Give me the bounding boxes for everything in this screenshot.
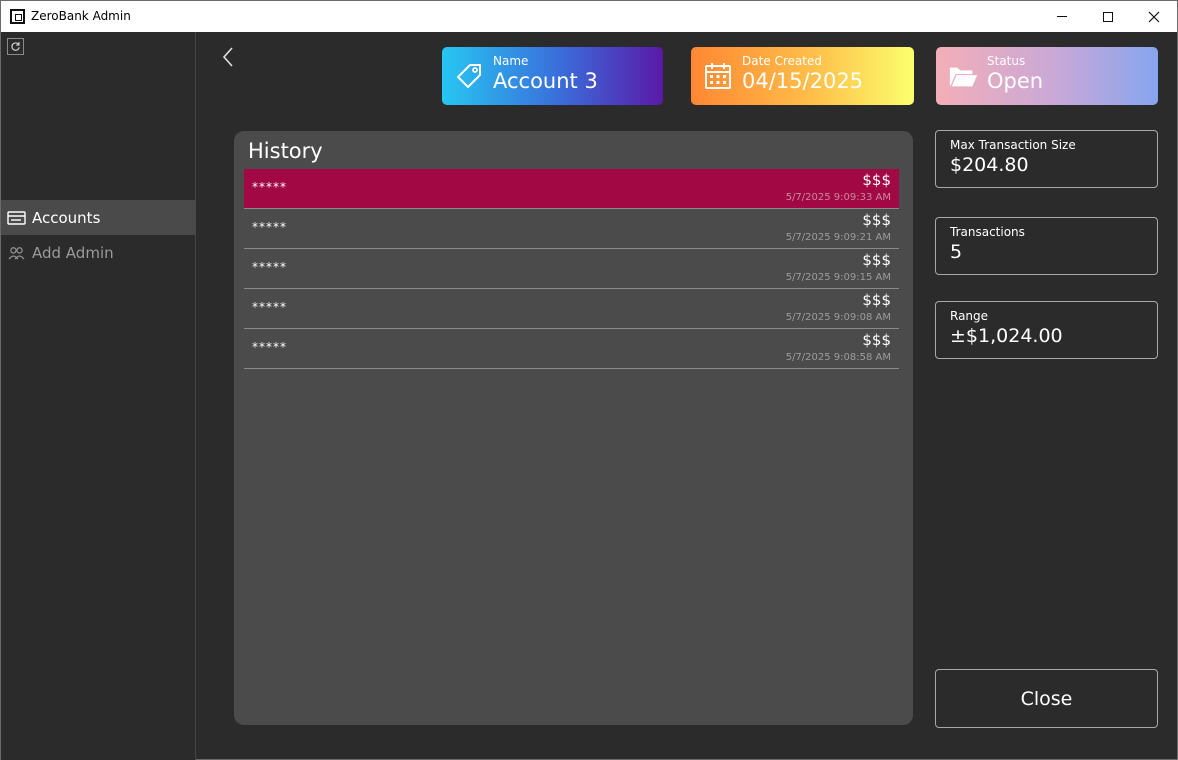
range-value: ±$1,024.00 xyxy=(950,325,1063,347)
transaction-timestamp: 5/7/2025 9:08:58 AM xyxy=(785,352,891,363)
max-transaction-value: $204.80 xyxy=(950,154,1029,176)
sidebar-item-label: Add Admin xyxy=(32,243,114,262)
transaction-timestamp: 5/7/2025 9:09:15 AM xyxy=(785,272,891,283)
window-title: ZeroBank Admin xyxy=(31,9,131,23)
refresh-icon xyxy=(11,42,20,51)
status-value: Open xyxy=(987,69,1044,93)
transaction-amount: $$$ xyxy=(862,211,891,229)
transaction-description: ***** xyxy=(252,340,287,354)
status-label: Status xyxy=(987,54,1026,68)
transactions-label: Transactions xyxy=(950,225,1025,239)
transaction-description: ***** xyxy=(252,260,287,274)
date-created-label: Date Created xyxy=(742,54,822,68)
table-row[interactable]: ***** $$$ 5/7/2025 9:09:21 AM xyxy=(244,209,899,249)
status-card: Status Open xyxy=(936,47,1158,105)
range-label: Range xyxy=(950,309,989,323)
sidebar-item-add-admin[interactable]: Add Admin xyxy=(1,235,196,270)
transaction-timestamp: 5/7/2025 9:09:33 AM xyxy=(785,192,891,203)
card-icon xyxy=(7,210,26,225)
table-row[interactable]: ***** $$$ 5/7/2025 9:08:58 AM xyxy=(244,329,899,369)
users-icon xyxy=(8,246,25,259)
sidebar-item-accounts[interactable]: Accounts xyxy=(1,200,196,235)
table-row[interactable]: ***** $$$ 5/7/2025 9:09:15 AM xyxy=(244,249,899,289)
minimize-button[interactable] xyxy=(1039,1,1085,32)
transaction-amount: $$$ xyxy=(862,331,891,349)
app-window: ZeroBank Admin Accounts Add Admin Name A… xyxy=(0,0,1178,760)
range-stat: Range ±$1,024.00 xyxy=(935,301,1158,359)
transaction-amount: $$$ xyxy=(862,171,891,189)
transaction-description: ***** xyxy=(252,180,287,194)
close-button[interactable]: Close xyxy=(935,669,1158,728)
date-created-value: 04/15/2025 xyxy=(742,69,864,93)
transaction-description: ***** xyxy=(252,300,287,314)
tag-icon xyxy=(457,64,481,88)
close-window-button[interactable] xyxy=(1131,1,1177,32)
date-created-card: Date Created 04/15/2025 xyxy=(691,47,914,105)
transaction-amount: $$$ xyxy=(862,291,891,309)
history-title: History xyxy=(248,139,323,163)
refresh-button[interactable] xyxy=(7,38,24,55)
folder-open-icon xyxy=(949,67,978,87)
maximize-icon xyxy=(1103,11,1113,22)
name-card: Name Account 3 xyxy=(442,47,663,105)
name-label: Name xyxy=(493,54,529,68)
calendar-icon xyxy=(705,63,731,89)
chevron-left-icon xyxy=(222,47,233,67)
name-value: Account 3 xyxy=(493,69,598,93)
back-button[interactable] xyxy=(217,45,239,69)
max-transaction-label: Max Transaction Size xyxy=(950,138,1076,152)
max-transaction-stat: Max Transaction Size $204.80 xyxy=(935,130,1158,188)
transaction-description: ***** xyxy=(252,220,287,234)
title-bar[interactable]: ZeroBank Admin xyxy=(1,1,1177,32)
transaction-list: ***** $$$ 5/7/2025 9:09:33 AM ***** $$$ … xyxy=(244,169,899,369)
sidebar-item-label: Accounts xyxy=(32,208,101,227)
maximize-button[interactable] xyxy=(1085,1,1131,32)
table-row[interactable]: ***** $$$ 5/7/2025 9:09:08 AM xyxy=(244,289,899,329)
close-icon xyxy=(1148,11,1160,22)
table-row[interactable]: ***** $$$ 5/7/2025 9:09:33 AM xyxy=(244,169,899,209)
app-logo-icon xyxy=(10,9,25,24)
transaction-timestamp: 5/7/2025 9:09:21 AM xyxy=(785,232,891,243)
sidebar: Accounts Add Admin xyxy=(1,32,196,760)
transactions-stat: Transactions 5 xyxy=(935,217,1158,275)
transaction-timestamp: 5/7/2025 9:09:08 AM xyxy=(785,312,891,323)
minimize-icon xyxy=(1057,16,1067,17)
transaction-amount: $$$ xyxy=(862,251,891,269)
transactions-value: 5 xyxy=(950,241,963,263)
history-panel: History ***** $$$ 5/7/2025 9:09:33 AM **… xyxy=(234,131,913,725)
